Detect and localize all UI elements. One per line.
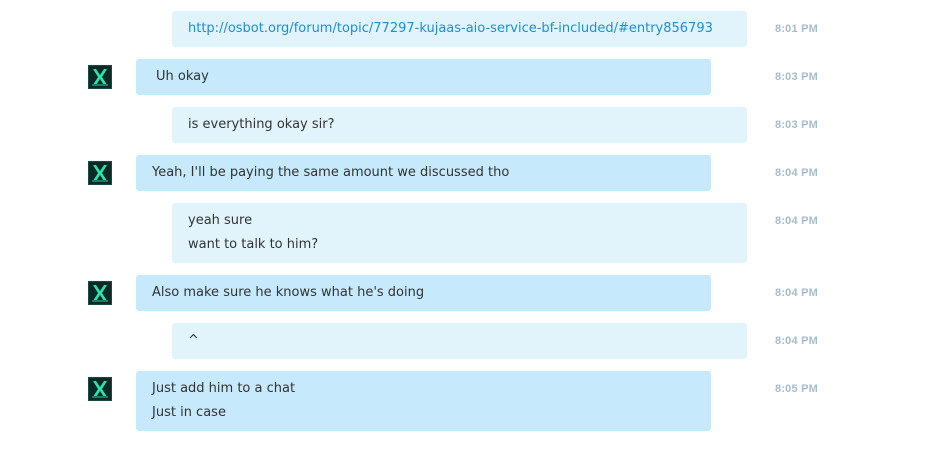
message-row: ^ 8:04 PM	[0, 323, 947, 359]
message-timestamp: 8:04 PM	[775, 287, 818, 299]
message-row: Just add him to a chat Just in case 8:05…	[0, 371, 947, 431]
message-timestamp: 8:03 PM	[775, 71, 818, 83]
message-timestamp: 8:04 PM	[775, 335, 818, 347]
message-text: Uh okay	[156, 69, 209, 84]
avatar-x-logo-icon	[89, 162, 111, 184]
message-text: Yeah, I'll be paying the same amount we …	[152, 165, 510, 180]
message-bubble-outgoing: yeah sure want to talk to him?	[172, 203, 747, 263]
message-row: yeah sure want to talk to him? 8:04 PM	[0, 203, 947, 263]
message-row: Yeah, I'll be paying the same amount we …	[0, 155, 947, 191]
message-bubble-outgoing: is everything okay sir?	[172, 107, 747, 143]
message-timestamp: 8:05 PM	[775, 383, 818, 395]
message-bubble-incoming: Uh okay	[136, 59, 711, 95]
avatar-icon[interactable]	[88, 161, 112, 185]
message-bubble-outgoing: http://osbot.org/forum/topic/77297-kujaa…	[172, 11, 747, 47]
message-row: Uh okay 8:03 PM	[0, 59, 947, 95]
message-text: want to talk to him?	[188, 237, 319, 252]
avatar-x-logo-icon	[89, 282, 111, 304]
avatar-x-logo-icon	[89, 378, 111, 400]
message-text: Also make sure he knows what he's doing	[152, 285, 425, 300]
avatar-icon[interactable]	[88, 281, 112, 305]
message-timestamp: 8:03 PM	[775, 119, 818, 131]
message-bubble-incoming: Yeah, I'll be paying the same amount we …	[136, 155, 711, 191]
message-timestamp: 8:04 PM	[775, 167, 818, 179]
avatar-icon[interactable]	[88, 65, 112, 89]
message-bubble-incoming: Just add him to a chat Just in case	[136, 371, 711, 431]
message-bubble-outgoing: ^	[172, 323, 747, 359]
chat-transcript: http://osbot.org/forum/topic/77297-kujaa…	[0, 0, 947, 459]
avatar-x-logo-icon	[89, 66, 111, 88]
message-row: http://osbot.org/forum/topic/77297-kujaa…	[0, 11, 947, 47]
message-row: Also make sure he knows what he's doing …	[0, 275, 947, 311]
message-text: ^	[188, 333, 199, 348]
message-text: yeah sure	[188, 213, 253, 228]
message-text: Just in case	[152, 405, 226, 420]
message-bubble-incoming: Also make sure he knows what he's doing	[136, 275, 711, 311]
message-row: is everything okay sir? 8:03 PM	[0, 107, 947, 143]
message-timestamp: 8:01 PM	[775, 23, 818, 35]
avatar-icon[interactable]	[88, 377, 112, 401]
message-timestamp: 8:04 PM	[775, 215, 818, 227]
message-link[interactable]: http://osbot.org/forum/topic/77297-kujaa…	[188, 17, 731, 41]
message-text: is everything okay sir?	[188, 117, 335, 132]
message-text: Just add him to a chat	[152, 381, 296, 396]
